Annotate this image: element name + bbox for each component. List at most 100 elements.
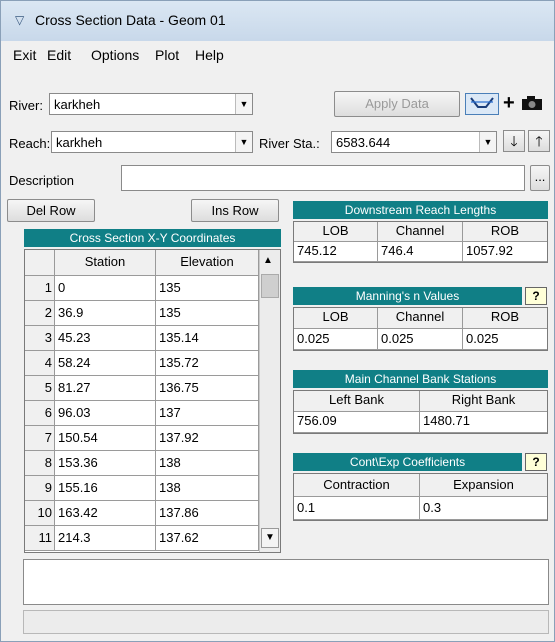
downstream-rob-input[interactable]: 1057.92 [463,242,547,262]
status-bar [23,610,549,634]
downstream-lob-header: LOB [294,222,378,242]
station-cell[interactable]: 36.9 [55,301,156,326]
add-icon[interactable]: + [503,92,515,115]
description-field[interactable] [121,165,525,191]
elevation-cell[interactable]: 137.62 [156,526,259,551]
elevation-cell[interactable]: 137.92 [156,426,259,451]
contraction-input[interactable]: 0.1 [294,497,420,520]
downstream-channel-header: Channel [378,222,463,242]
station-cell[interactable]: 58.24 [55,351,156,376]
menu-options[interactable]: Options [91,47,139,63]
river-sta-select[interactable]: 6583.644 ▼ [331,131,497,153]
contexp-help-button[interactable]: ? [525,453,547,471]
manning-rob-input[interactable]: 0.025 [463,329,547,350]
station-header: Station [55,250,156,276]
station-cell[interactable]: 155.16 [55,476,156,501]
elevation-cell[interactable]: 137.86 [156,501,259,526]
elevation-cell[interactable]: 136.75 [156,376,259,401]
left-bank-input[interactable]: 756.09 [294,412,420,433]
menu-plot[interactable]: Plot [155,47,179,63]
ins-row-button[interactable]: Ins Row [191,199,279,222]
station-cell[interactable]: 45.23 [55,326,156,351]
station-cell[interactable]: 81.27 [55,376,156,401]
row-number[interactable]: 11 [25,526,55,551]
manning-channel-header: Channel [378,308,463,329]
elevation-header: Elevation [156,250,259,276]
downstream-channel-input[interactable]: 746.4 [378,242,463,262]
scroll-thumb[interactable] [261,274,279,298]
elevation-cell[interactable]: 138 [156,451,259,476]
title-bar: ▽ Cross Section Data - Geom 01 [1,1,554,41]
downstream-title: Downstream Reach Lengths [293,201,548,219]
manning-table: LOB Channel ROB 0.025 0.025 0.025 [293,307,548,351]
chevron-down-icon[interactable]: ▼ [479,132,496,152]
station-cell[interactable]: 214.3 [55,526,156,551]
manning-help-button[interactable]: ? [525,287,547,305]
contraction-header: Contraction [294,474,420,497]
station-cell[interactable]: 150.54 [55,426,156,451]
menu-edit[interactable]: Edit [47,47,71,63]
station-cell[interactable]: 163.42 [55,501,156,526]
arrow-down-icon[interactable]: 🡓 [503,130,525,152]
elevation-cell[interactable]: 135 [156,301,259,326]
elevation-cell[interactable]: 137 [156,401,259,426]
arrow-up-icon[interactable]: 🡑 [528,130,550,152]
manning-rob-header: ROB [463,308,547,329]
window-title: Cross Section Data - Geom 01 [35,12,226,28]
cross-section-window: ▽ Cross Section Data - Geom 01 Exit Edit… [0,0,555,642]
river-sta-label: River Sta.: [259,136,320,151]
row-number[interactable]: 9 [25,476,55,501]
expansion-input[interactable]: 0.3 [420,497,547,520]
row-number[interactable]: 1 [25,276,55,301]
station-cell[interactable]: 0 [55,276,156,301]
elevation-cell[interactable]: 138 [156,476,259,501]
contexp-table: Contraction Expansion 0.1 0.3 [293,473,548,521]
reach-label: Reach: [9,136,51,151]
station-cell[interactable]: 153.36 [55,451,156,476]
station-cell[interactable]: 96.03 [55,401,156,426]
elevation-cell[interactable]: 135.72 [156,351,259,376]
manning-title: Manning's n Values [293,287,522,305]
menu-help[interactable]: Help [195,47,224,63]
downstream-lob-input[interactable]: 745.12 [294,242,378,262]
menu-exit[interactable]: Exit [13,47,36,63]
river-sta-value: 6583.644 [336,135,391,150]
manning-channel-input[interactable]: 0.025 [378,329,463,350]
chevron-down-icon[interactable]: ▼ [235,132,252,152]
xy-table-title: Cross Section X-Y Coordinates [24,229,281,247]
river-select[interactable]: karkheh ▼ [49,93,253,115]
plot-xs-icon[interactable] [465,93,499,115]
apply-data-button[interactable]: Apply Data [334,91,460,117]
bank-stations-title: Main Channel Bank Stations [293,370,548,388]
description-browse-button[interactable]: ... [530,165,550,191]
row-number[interactable]: 4 [25,351,55,376]
row-number[interactable]: 2 [25,301,55,326]
row-number[interactable]: 7 [25,426,55,451]
chevron-down-icon[interactable]: ▼ [235,94,252,114]
elevation-cell[interactable]: 135 [156,276,259,301]
bank-stations-table: Left Bank Right Bank 756.09 1480.71 [293,390,548,434]
row-number[interactable]: 10 [25,501,55,526]
row-number[interactable]: 8 [25,451,55,476]
menu-bar: Exit Edit Options Plot Help [3,43,552,67]
xy-coordinates-table: Station Elevation 1 0 135 2 36.9 135 3 45.23 135… [24,249,281,553]
row-number[interactable]: 6 [25,401,55,426]
del-row-button[interactable]: Del Row [7,199,95,222]
manning-lob-header: LOB [294,308,378,329]
right-bank-input[interactable]: 1480.71 [420,412,547,433]
reach-select[interactable]: karkheh ▼ [51,131,253,153]
camera-icon[interactable] [521,95,543,111]
scroll-up-icon[interactable]: ▲ [263,255,273,266]
manning-lob-input[interactable]: 0.025 [294,329,378,350]
message-area [23,559,549,605]
row-number[interactable]: 3 [25,326,55,351]
corner-cell [25,250,55,276]
scroll-down-icon[interactable]: ▼ [261,528,279,548]
description-label: Description [9,173,75,188]
row-number[interactable]: 5 [25,376,55,401]
elevation-cell[interactable]: 135.14 [156,326,259,351]
xy-table-scrollbar[interactable]: ▲ ▼ [259,250,280,552]
left-bank-header: Left Bank [294,391,420,412]
window-menu-icon[interactable]: ▽ [15,13,24,27]
contexp-title: Cont\Exp Coefficients [293,453,522,471]
